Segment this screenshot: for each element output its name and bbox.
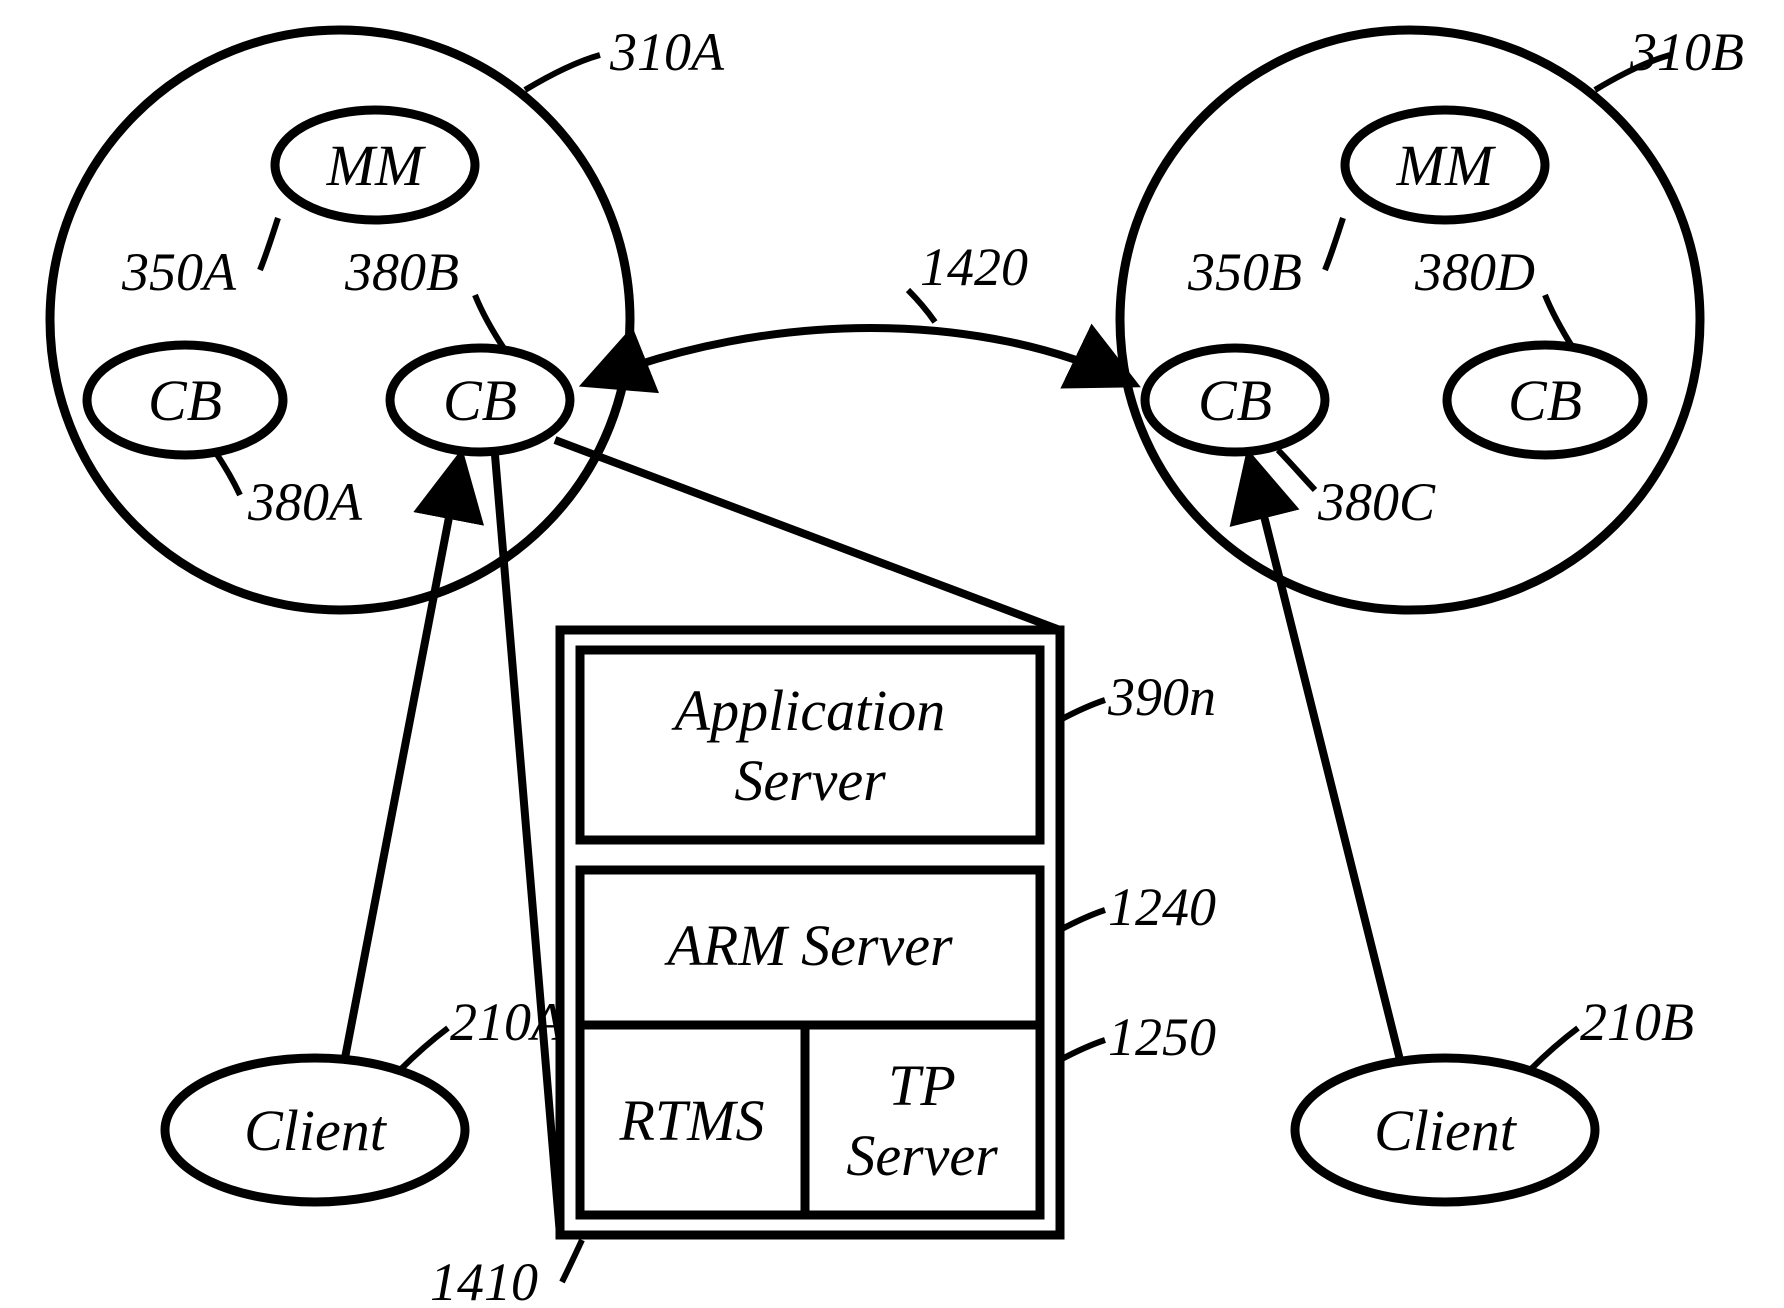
stack-app-line1: Application <box>671 678 946 743</box>
cluster-a-cb-380a-text: CB <box>148 368 222 433</box>
cluster-a-cb-380b-text: CB <box>443 368 517 433</box>
client-b-ref: 210B <box>1580 992 1694 1052</box>
client-a-text: Client <box>244 1098 388 1163</box>
stack-tp-line2: Server <box>846 1123 998 1188</box>
stack-tp-line1: TP <box>888 1053 956 1118</box>
cluster-b-mm-ref: 350B <box>1187 242 1302 302</box>
cluster-b: 310B MM 350B CB 380C CB 380D <box>1120 22 1744 610</box>
cluster-a-mm-text: MM <box>326 133 426 198</box>
cluster-a-cb-380b-ref: 380B <box>344 242 459 302</box>
link-ref: 1420 <box>920 237 1028 297</box>
cluster-a-ref: 310A <box>609 22 725 82</box>
stack-app-ref: 390n <box>1107 667 1216 727</box>
cluster-a-cb-380a-ref: 380A <box>247 472 363 532</box>
stack-ref: 1410 <box>430 1252 538 1308</box>
cluster-b-cb-380d-text: CB <box>1508 368 1582 433</box>
cluster-b-cb-380c-ref: 380C <box>1317 472 1436 532</box>
stack-tp-ref: 1250 <box>1108 1007 1216 1067</box>
stack-arm-text: ARM Server <box>663 913 952 978</box>
diagram-canvas: 310A MM 350A CB 380A CB 380B 310B MM 350… <box>0 0 1784 1308</box>
client-b: Client 210B <box>1250 460 1694 1202</box>
cluster-b-ref: 310B <box>1629 22 1744 82</box>
cluster-a-mm-ref: 350A <box>121 242 237 302</box>
client-b-text: Client <box>1374 1098 1518 1163</box>
stack-rtms-text: RTMS <box>619 1088 765 1153</box>
cluster-a: 310A MM 350A CB 380A CB 380B <box>50 22 725 610</box>
stack-box: Application Server 390n ARM Server 1240 … <box>430 630 1216 1308</box>
cluster-b-cb-380d-ref: 380D <box>1414 242 1535 302</box>
link-380b-380c: 1420 <box>590 237 1130 382</box>
stack-app-line2: Server <box>734 748 886 813</box>
cluster-b-cb-380c-text: CB <box>1198 368 1272 433</box>
cluster-b-mm-text: MM <box>1396 133 1496 198</box>
stack-arm-ref: 1240 <box>1108 877 1216 937</box>
client-a-ref: 210A <box>450 992 565 1052</box>
